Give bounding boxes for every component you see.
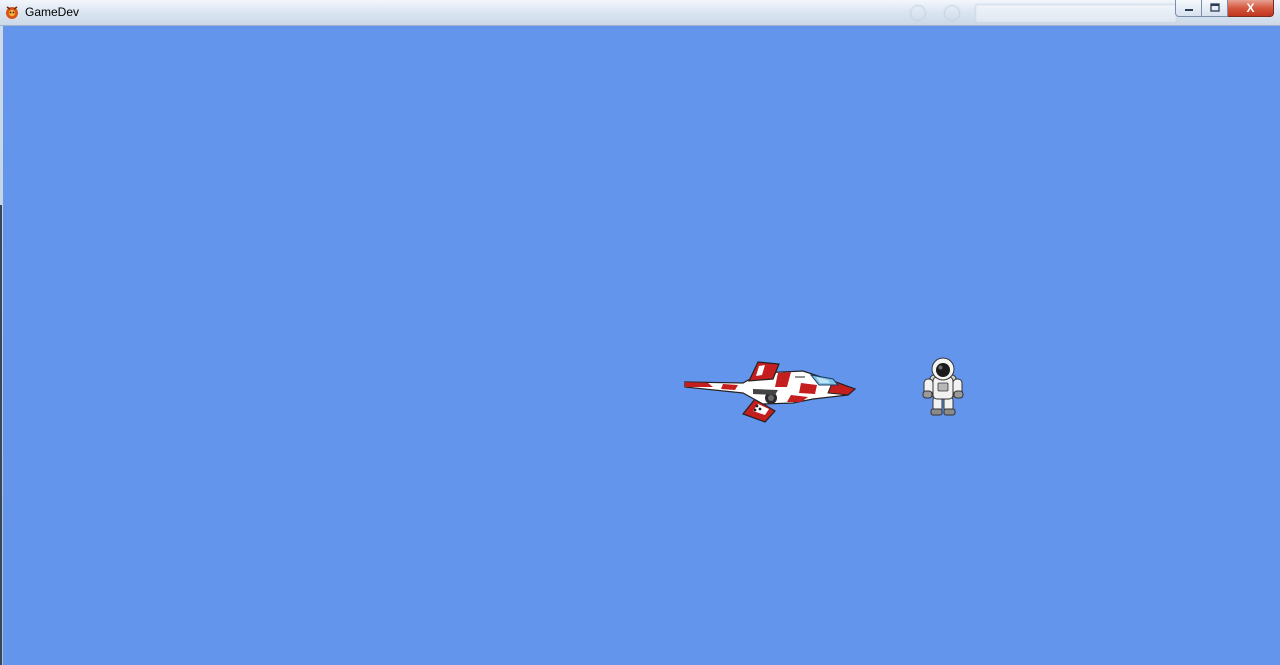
maximize-button[interactable] (1202, 0, 1228, 17)
minimize-button[interactable] (1175, 0, 1202, 17)
background-ghost-icon (910, 5, 926, 21)
maximize-icon (1209, 3, 1220, 12)
astronaut-sprite (922, 357, 964, 416)
game-app-icon[interactable] (4, 4, 20, 20)
minimize-icon (1184, 9, 1193, 11)
spaceship-sprite (684, 361, 857, 423)
close-icon: X (1246, 1, 1255, 15)
background-ghost-search (975, 4, 1177, 23)
background-ghost-icon (944, 5, 960, 21)
caption-buttons: X (1175, 0, 1274, 18)
game-window: GameDev X (0, 0, 1280, 665)
window-frame-shadow (0, 205, 2, 665)
title-bar[interactable]: GameDev X (0, 0, 1280, 26)
window-title: GameDev (25, 5, 80, 19)
game-canvas[interactable] (3, 26, 1280, 665)
close-button[interactable]: X (1228, 0, 1274, 17)
